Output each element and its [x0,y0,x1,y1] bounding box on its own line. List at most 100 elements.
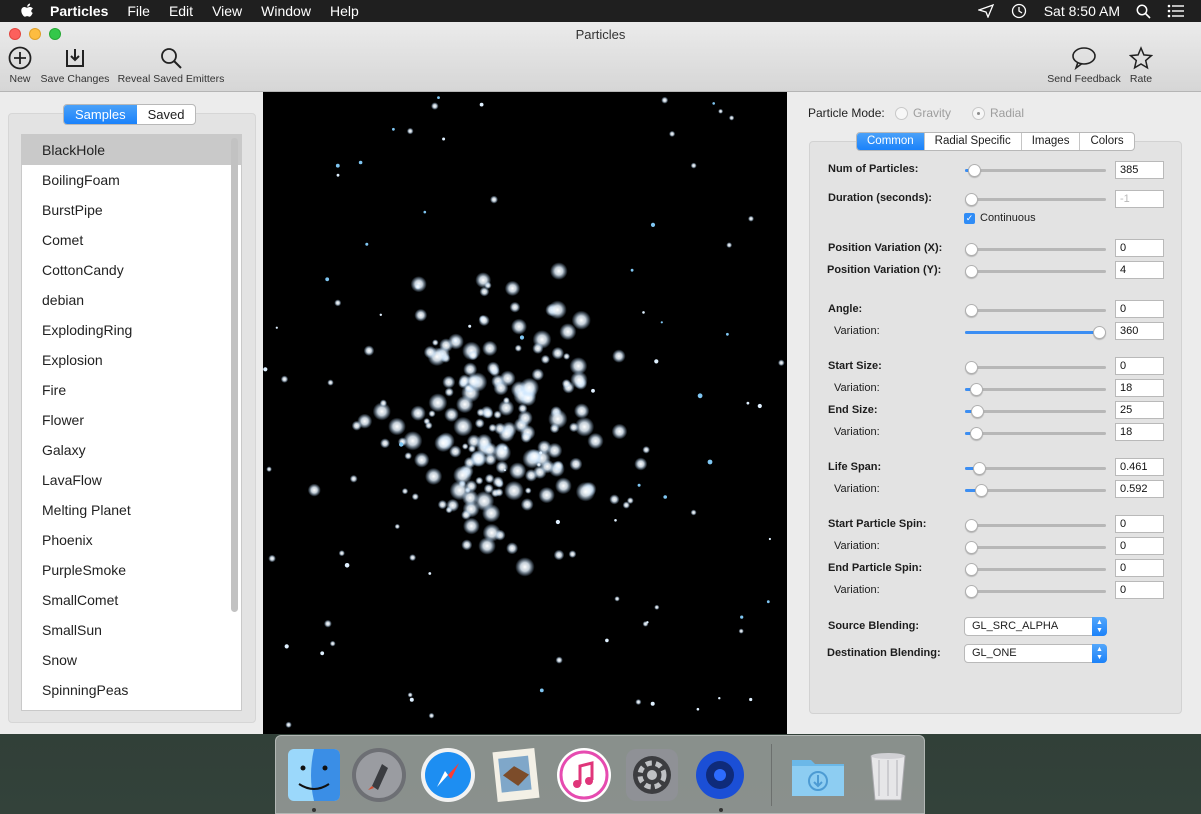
end-size-slider[interactable] [965,405,1106,418]
angle-input[interactable]: 0 [1115,300,1164,318]
sample-list-item[interactable]: Explosion [22,345,241,375]
sample-list-item[interactable]: CottonCandy [22,255,241,285]
system-preferences-icon[interactable] [623,746,681,804]
reveal-saved-emitters-button[interactable]: Reveal Saved Emitters [116,46,226,85]
safari-icon[interactable] [419,746,477,804]
end-spin-var-slider-knob[interactable] [965,585,978,598]
sample-list-item[interactable]: Melting Planet [22,495,241,525]
finder-icon[interactable] [285,746,343,804]
rate-button[interactable]: Rate [1126,46,1156,85]
menu-app-name[interactable]: Particles [50,3,108,19]
sample-list-item[interactable]: Snow [22,645,241,675]
launchpad-icon[interactable] [350,746,408,804]
end-spin-input[interactable]: 0 [1115,559,1164,577]
save-changes-button[interactable]: Save Changes [38,46,112,85]
num-particles-slider[interactable] [965,164,1106,177]
pos-var-y-input[interactable]: 4 [1115,261,1164,279]
sample-list-item[interactable]: SmallComet [22,585,241,615]
num-particles-slider-knob[interactable] [968,164,981,177]
pos-var-x-slider[interactable] [965,243,1106,256]
menu-window[interactable]: Window [261,3,311,19]
trash-icon[interactable] [859,746,917,804]
angle-var-slider-knob[interactable] [1093,326,1106,339]
duration-input[interactable]: -1 [1115,190,1164,208]
start-size-slider[interactable] [965,361,1106,374]
location-arrow-icon[interactable] [977,4,994,18]
gravity-radio[interactable]: Gravity [895,106,951,120]
start-spin-var-slider-knob[interactable] [965,541,978,554]
downloads-folder-icon[interactable] [789,746,847,804]
samples-tab[interactable]: Samples [64,105,137,124]
sample-list-item[interactable]: SmallSun [22,615,241,645]
life-span-var-slider-knob[interactable] [975,484,988,497]
send-feedback-button[interactable]: Send Feedback [1044,46,1124,85]
start-size-var-slider-knob[interactable] [970,383,983,396]
angle-slider-knob[interactable] [965,304,978,317]
start-spin-var-input[interactable]: 0 [1115,537,1164,555]
life-span-input[interactable]: 0.461 [1115,458,1164,476]
duration-slider[interactable] [965,193,1106,206]
sample-list-item[interactable]: LavaFlow [22,465,241,495]
angle-var-slider[interactable] [965,326,1106,339]
angle-slider[interactable] [965,304,1106,317]
sample-list-item[interactable]: Flower [22,405,241,435]
pos-var-y-slider-knob[interactable] [965,265,978,278]
tab-colors[interactable]: Colors [1080,133,1133,150]
tab-images[interactable]: Images [1022,133,1081,150]
sample-list-item[interactable]: SpinningPeas [22,675,241,705]
sample-list-item[interactable]: Phoenix [22,525,241,555]
particles-app-icon[interactable] [691,746,749,804]
num-particles-input[interactable]: 385 [1115,161,1164,179]
pos-var-x-input[interactable]: 0 [1115,239,1164,257]
spotlight-search-icon[interactable] [1136,4,1151,19]
start-size-var-input[interactable]: 18 [1115,379,1164,397]
duration-slider-knob[interactable] [965,193,978,206]
end-size-var-slider-knob[interactable] [970,427,983,440]
destination-blending-popup[interactable]: GL_ONE ▲ ▼ [964,644,1107,663]
menu-help[interactable]: Help [330,3,359,19]
end-spin-var-slider[interactable] [965,585,1106,598]
sample-list-item[interactable]: ExplodingRing [22,315,241,345]
sample-list-item[interactable]: debian [22,285,241,315]
menu-edit[interactable]: Edit [169,3,193,19]
end-size-input[interactable]: 25 [1115,401,1164,419]
end-size-var-input[interactable]: 18 [1115,423,1164,441]
notification-center-icon[interactable] [1167,4,1185,18]
particle-preview-canvas[interactable] [263,92,787,734]
start-size-input[interactable]: 0 [1115,357,1164,375]
mail-icon[interactable] [487,746,545,804]
start-spin-slider[interactable] [965,519,1106,532]
start-size-slider-knob[interactable] [965,361,978,374]
life-span-slider[interactable] [965,462,1106,475]
end-spin-var-input[interactable]: 0 [1115,581,1164,599]
new-button[interactable]: New [6,46,34,85]
start-size-var-slider[interactable] [965,383,1106,396]
start-spin-slider-knob[interactable] [965,519,978,532]
sample-list-item[interactable]: BoilingFoam [22,165,241,195]
continuous-checkbox[interactable]: ✓ Continuous [964,212,1036,224]
end-size-var-slider[interactable] [965,427,1106,440]
sample-list-item[interactable]: BlackHole [22,135,241,165]
life-span-var-input[interactable]: 0.592 [1115,480,1164,498]
apple-menu-icon[interactable] [20,2,36,20]
sample-list-item[interactable]: Galaxy [22,435,241,465]
radial-radio[interactable]: Radial [972,106,1024,120]
life-span-slider-knob[interactable] [973,462,986,475]
sample-list-scrollbar[interactable] [231,138,238,612]
sample-list-item[interactable]: PurpleSmoke [22,555,241,585]
life-span-var-slider[interactable] [965,484,1106,497]
pos-var-y-slider[interactable] [965,265,1106,278]
angle-var-input[interactable]: 360 [1115,322,1164,340]
sample-list-item[interactable]: Comet [22,225,241,255]
end-spin-slider[interactable] [965,563,1106,576]
menu-file[interactable]: File [127,3,150,19]
tab-common[interactable]: Common [857,133,925,150]
tab-radial-specific[interactable]: Radial Specific [925,133,1022,150]
saved-tab[interactable]: Saved [137,105,196,124]
menu-view[interactable]: View [212,3,242,19]
start-spin-var-slider[interactable] [965,541,1106,554]
end-size-slider-knob[interactable] [971,405,984,418]
menu-clock[interactable]: Sat 8:50 AM [1044,3,1120,19]
start-spin-input[interactable]: 0 [1115,515,1164,533]
end-spin-slider-knob[interactable] [965,563,978,576]
